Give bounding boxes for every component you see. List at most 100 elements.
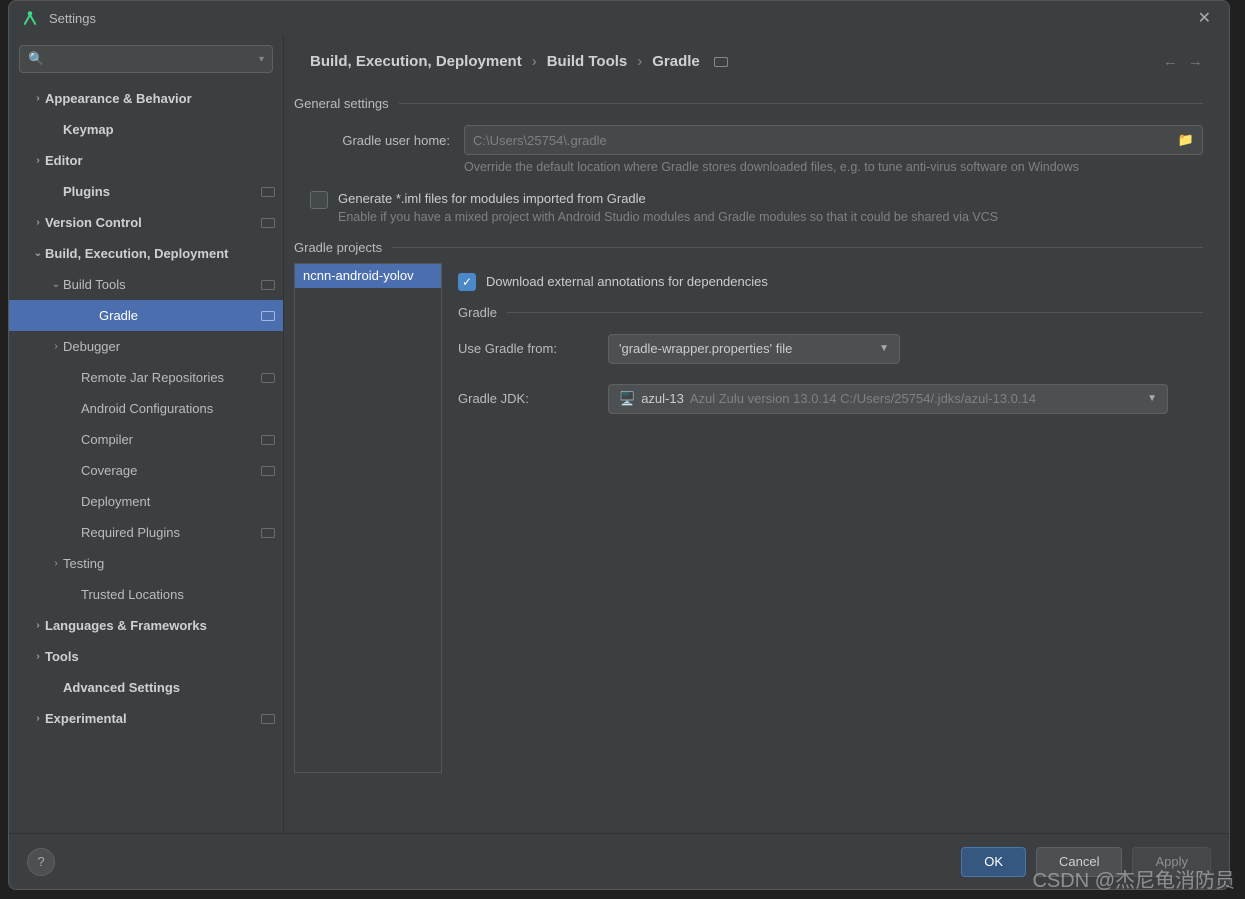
sidebar-item-label: Trusted Locations (81, 587, 275, 602)
sidebar-item-label: Android Configurations (81, 401, 275, 416)
main-panel: Build, Execution, Deployment › Build Too… (284, 35, 1229, 833)
sidebar-item[interactable]: ›Debugger (9, 331, 283, 362)
sidebar-item[interactable]: Plugins (9, 176, 283, 207)
download-annotations-checkbox[interactable]: ✓ (458, 273, 476, 291)
chevron-down-icon: ⌄ (49, 279, 63, 290)
project-badge-icon (261, 187, 275, 197)
sidebar-item-label: Editor (45, 153, 275, 168)
sidebar-item-label: Debugger (63, 339, 275, 354)
nav-back-icon[interactable]: ← (1163, 53, 1178, 70)
sidebar-item[interactable]: ›Version Control (9, 207, 283, 238)
search-input[interactable]: 🔍 ▾ (19, 45, 273, 73)
project-badge-icon (261, 466, 275, 476)
ok-button[interactable]: OK (961, 847, 1026, 877)
project-settings: ✓ Download external annotations for depe… (442, 263, 1203, 773)
sidebar-item[interactable]: Compiler (9, 424, 283, 455)
sidebar-item-label: Gradle (99, 308, 261, 323)
chevron-right-icon: › (31, 155, 45, 166)
sidebar-item[interactable]: Trusted Locations (9, 579, 283, 610)
sidebar-item-label: Deployment (81, 494, 275, 509)
titlebar: Settings ✕ (9, 1, 1229, 35)
sidebar-item[interactable]: ›Appearance & Behavior (9, 83, 283, 114)
chevron-right-icon: › (532, 53, 537, 70)
gradle-jdk-detail: Azul Zulu version 13.0.14 C:/Users/25754… (690, 391, 1036, 406)
search-field[interactable] (48, 52, 259, 67)
sidebar-item-label: Experimental (45, 711, 261, 726)
section-general: General settings (294, 96, 1203, 111)
chevron-down-icon: ▼ (879, 343, 889, 354)
chevron-right-icon: › (31, 651, 45, 662)
sidebar-item-label: Required Plugins (81, 525, 261, 540)
crumb-mid[interactable]: Build Tools (547, 53, 628, 70)
android-studio-icon (21, 9, 39, 27)
sidebar: 🔍 ▾ ›Appearance & BehaviorKeymap›EditorP… (9, 35, 284, 833)
sidebar-item[interactable]: ⌄Build Tools (9, 269, 283, 300)
project-list-item[interactable]: ncnn-android-yolov (295, 264, 441, 288)
crumb-leaf: Gradle (652, 53, 700, 70)
sidebar-item-label: Plugins (63, 184, 261, 199)
sidebar-item-label: Appearance & Behavior (45, 91, 275, 106)
sidebar-item-label: Keymap (63, 122, 275, 137)
breadcrumb: Build, Execution, Deployment › Build Too… (284, 35, 1229, 80)
projects-area: ncnn-android-yolov ✓ Download external a… (294, 263, 1203, 773)
help-button[interactable]: ? (27, 848, 55, 876)
sidebar-item-label: Coverage (81, 463, 261, 478)
sidebar-item-label: Compiler (81, 432, 261, 447)
chevron-right-icon: › (31, 93, 45, 104)
gradle-jdk-dropdown[interactable]: 🖥️ azul-13 Azul Zulu version 13.0.14 C:/… (608, 384, 1168, 414)
use-gradle-from-value: 'gradle-wrapper.properties' file (619, 341, 792, 356)
sidebar-item[interactable]: Required Plugins (9, 517, 283, 548)
generate-iml-checkbox[interactable] (310, 191, 328, 209)
sidebar-item[interactable]: Deployment (9, 486, 283, 517)
sidebar-item[interactable]: ›Languages & Frameworks (9, 610, 283, 641)
settings-dialog: Settings ✕ 🔍 ▾ ›Appearance & BehaviorKey… (8, 0, 1230, 890)
sidebar-item[interactable]: Gradle (9, 300, 283, 331)
gradle-jdk-name: azul-13 (641, 391, 684, 406)
gradle-subsection-label: Gradle (458, 305, 497, 320)
section-general-label: General settings (294, 96, 389, 111)
dialog-footer: ? OK Cancel Apply (9, 833, 1229, 889)
use-gradle-from-dropdown[interactable]: 'gradle-wrapper.properties' file ▼ (608, 334, 900, 364)
chevron-down-icon: ▼ (1147, 393, 1157, 404)
section-projects: Gradle projects (294, 240, 1203, 255)
sidebar-item-label: Remote Jar Repositories (81, 370, 261, 385)
sidebar-item-label: Tools (45, 649, 275, 664)
sidebar-item-label: Languages & Frameworks (45, 618, 275, 633)
sidebar-item[interactable]: ›Tools (9, 641, 283, 672)
sidebar-item[interactable]: Android Configurations (9, 393, 283, 424)
sidebar-item[interactable]: ›Editor (9, 145, 283, 176)
download-annotations-label: Download external annotations for depend… (486, 273, 768, 289)
search-icon: 🔍 (28, 51, 44, 67)
sidebar-item[interactable]: ›Experimental (9, 703, 283, 734)
chevron-right-icon: › (49, 341, 63, 352)
sidebar-item[interactable]: Advanced Settings (9, 672, 283, 703)
sidebar-item[interactable]: Keymap (9, 114, 283, 145)
close-icon[interactable]: ✕ (1192, 4, 1217, 32)
sidebar-item[interactable]: Remote Jar Repositories (9, 362, 283, 393)
sidebar-item[interactable]: ⌄Build, Execution, Deployment (9, 238, 283, 269)
settings-tree[interactable]: ›Appearance & BehaviorKeymap›EditorPlugi… (9, 83, 283, 823)
sidebar-item[interactable]: ›Testing (9, 548, 283, 579)
chevron-down-icon: ⌄ (31, 248, 45, 259)
nav-forward-icon[interactable]: → (1188, 53, 1203, 70)
dialog-body: 🔍 ▾ ›Appearance & BehaviorKeymap›EditorP… (9, 35, 1229, 833)
project-badge-icon (261, 435, 275, 445)
use-gradle-from-label: Use Gradle from: (458, 341, 594, 356)
apply-button[interactable]: Apply (1132, 847, 1211, 877)
gradle-jdk-label: Gradle JDK: (458, 391, 594, 406)
generate-iml-hint: Enable if you have a mixed project with … (338, 210, 1203, 224)
gradle-user-home-input[interactable]: C:\Users\25754\.gradle 📁 (464, 125, 1203, 155)
project-badge-icon (261, 528, 275, 538)
general-content: Gradle user home: C:\Users\25754\.gradle… (284, 115, 1229, 224)
sidebar-item-label: Advanced Settings (63, 680, 275, 695)
chevron-right-icon: › (49, 558, 63, 569)
folder-icon[interactable]: 📁 (1178, 132, 1194, 148)
cancel-button[interactable]: Cancel (1036, 847, 1122, 877)
sidebar-item[interactable]: Coverage (9, 455, 283, 486)
gradle-user-home-hint: Override the default location where Grad… (464, 159, 1203, 177)
gradle-subsection: Gradle (458, 305, 1203, 320)
chevron-right-icon: › (637, 53, 642, 70)
sidebar-item-label: Testing (63, 556, 275, 571)
project-list[interactable]: ncnn-android-yolov (294, 263, 442, 773)
crumb-root[interactable]: Build, Execution, Deployment (310, 53, 522, 70)
